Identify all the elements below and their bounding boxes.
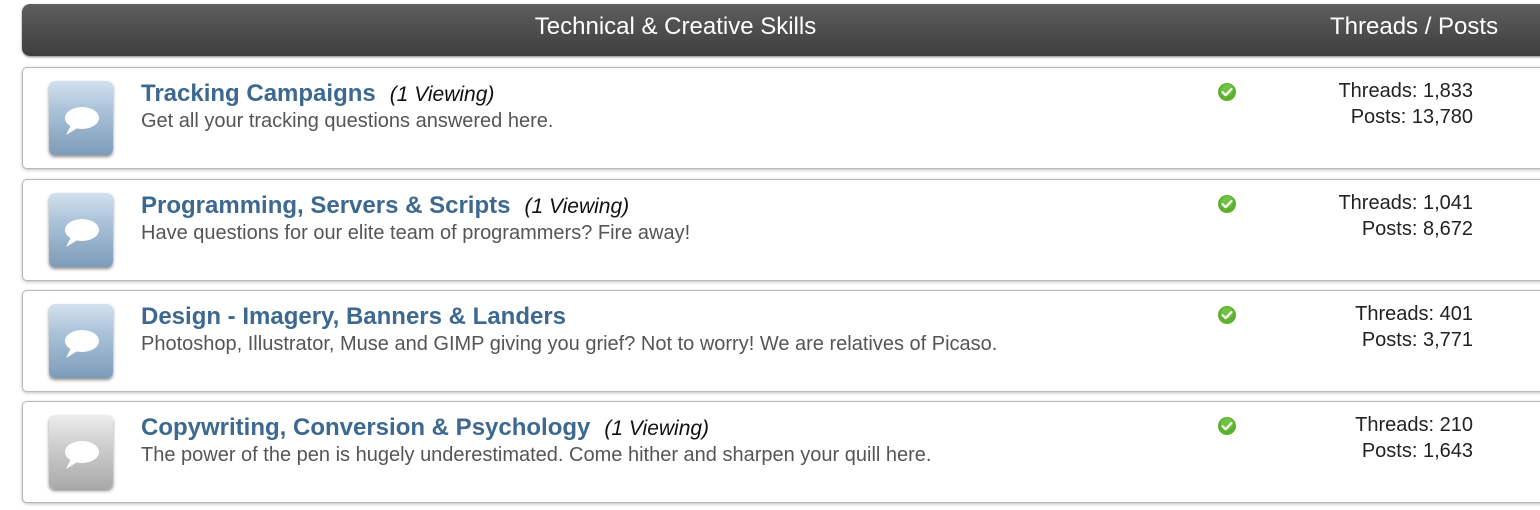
forum-title-link[interactable]: Design - Imagery, Banners & Landers (141, 303, 566, 330)
forum-description: Have questions for our elite team of pro… (141, 222, 691, 244)
forum-stats: Threads: 1,833 Posts: 13,780 (1303, 78, 1473, 130)
post-count: Posts: 8,672 (1361, 218, 1473, 240)
post-count: Posts: 1,643 (1361, 440, 1473, 462)
forum-row: Copywriting, Conversion & Psychology (1 V… (22, 401, 1540, 503)
stats-column-header: Threads / Posts (1330, 13, 1499, 40)
thread-count: Threads: 1,833 (1338, 80, 1473, 102)
status-check-icon (1218, 83, 1236, 101)
thread-count: Threads: 401 (1355, 303, 1473, 325)
speech-bubble-icon[interactable] (49, 415, 113, 489)
forum-description: The power of the pen is hugely underesti… (141, 444, 932, 466)
status-check-icon (1218, 417, 1236, 435)
category-header: Technical & Creative Skills Threads / Po… (22, 4, 1540, 56)
post-count: Posts: 3,771 (1361, 329, 1473, 351)
forum-stats: Threads: 1,041 Posts: 8,672 (1303, 190, 1473, 242)
post-count: Posts: 13,780 (1350, 106, 1473, 128)
forum-title-link[interactable]: Tracking Campaigns (141, 80, 376, 107)
forum-category: Technical & Creative Skills Threads / Po… (0, 0, 1540, 510)
thread-count: Threads: 210 (1355, 414, 1473, 436)
viewing-count: (1 Viewing) (389, 83, 495, 106)
forum-title-link[interactable]: Programming, Servers & Scripts (141, 192, 510, 219)
forum-stats: Threads: 210 Posts: 1,643 (1303, 412, 1473, 464)
speech-bubble-icon[interactable] (49, 81, 113, 155)
thread-count: Threads: 1,041 (1338, 192, 1473, 214)
viewing-count: (1 Viewing) (524, 195, 630, 218)
forum-description: Photoshop, Illustrator, Muse and GIMP gi… (141, 333, 998, 355)
viewing-count: (1 Viewing) (604, 417, 710, 440)
forum-row: Design - Imagery, Banners & Landers Phot… (22, 290, 1540, 392)
speech-bubble-icon[interactable] (49, 304, 113, 378)
forum-description: Get all your tracking questions answered… (141, 110, 554, 132)
speech-bubble-icon[interactable] (49, 193, 113, 267)
forum-row: Tracking Campaigns (1 Viewing) Get all yo… (22, 67, 1540, 169)
forum-title-link[interactable]: Copywriting, Conversion & Psychology (141, 414, 590, 441)
forum-stats: Threads: 401 Posts: 3,771 (1303, 301, 1473, 353)
status-check-icon (1218, 306, 1236, 324)
forum-row: Programming, Servers & Scripts (1 Viewing… (22, 179, 1540, 281)
status-check-icon (1218, 195, 1236, 213)
category-title[interactable]: Technical & Creative Skills (22, 4, 1329, 50)
